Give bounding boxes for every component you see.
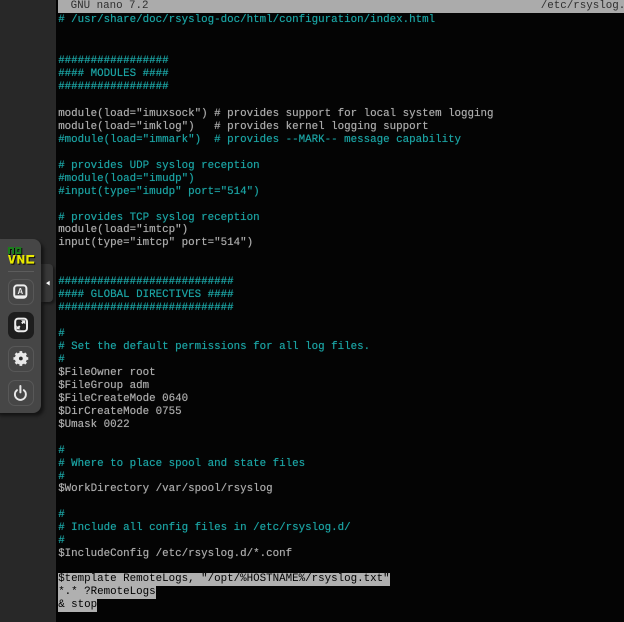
svg-text:A: A <box>18 287 24 296</box>
